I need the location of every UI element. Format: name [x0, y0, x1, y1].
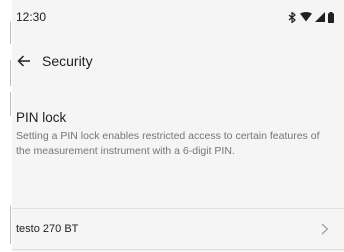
app-bar: Security [12, 44, 344, 78]
guide-line [10, 92, 11, 116]
pin-lock-description: Setting a PIN lock enables restricted ac… [16, 130, 320, 157]
status-bar: 12:30 [12, 0, 344, 34]
pin-lock-title: PIN lock [16, 110, 67, 125]
battery-icon [328, 11, 334, 23]
status-icons [287, 11, 334, 23]
phone-screen: 12:30 Security PIN lock Setting a PIN lo… [12, 0, 344, 252]
wifi-icon [300, 12, 312, 22]
device-name: testo 270 BT [16, 223, 79, 235]
guide-line [10, 60, 11, 86]
guide-line [10, 22, 11, 44]
pin-lock-section: PIN lock Setting a PIN lock enables rest… [12, 110, 344, 159]
bluetooth-icon [288, 11, 296, 23]
chevron-right-icon [321, 223, 329, 235]
arrow-left-icon[interactable] [16, 53, 32, 69]
guide-line [10, 206, 11, 244]
signal-icon [315, 12, 325, 22]
status-time: 12:30 [16, 10, 47, 24]
device-list-item[interactable]: testo 270 BT [12, 208, 344, 250]
page-title: Security [42, 53, 93, 69]
